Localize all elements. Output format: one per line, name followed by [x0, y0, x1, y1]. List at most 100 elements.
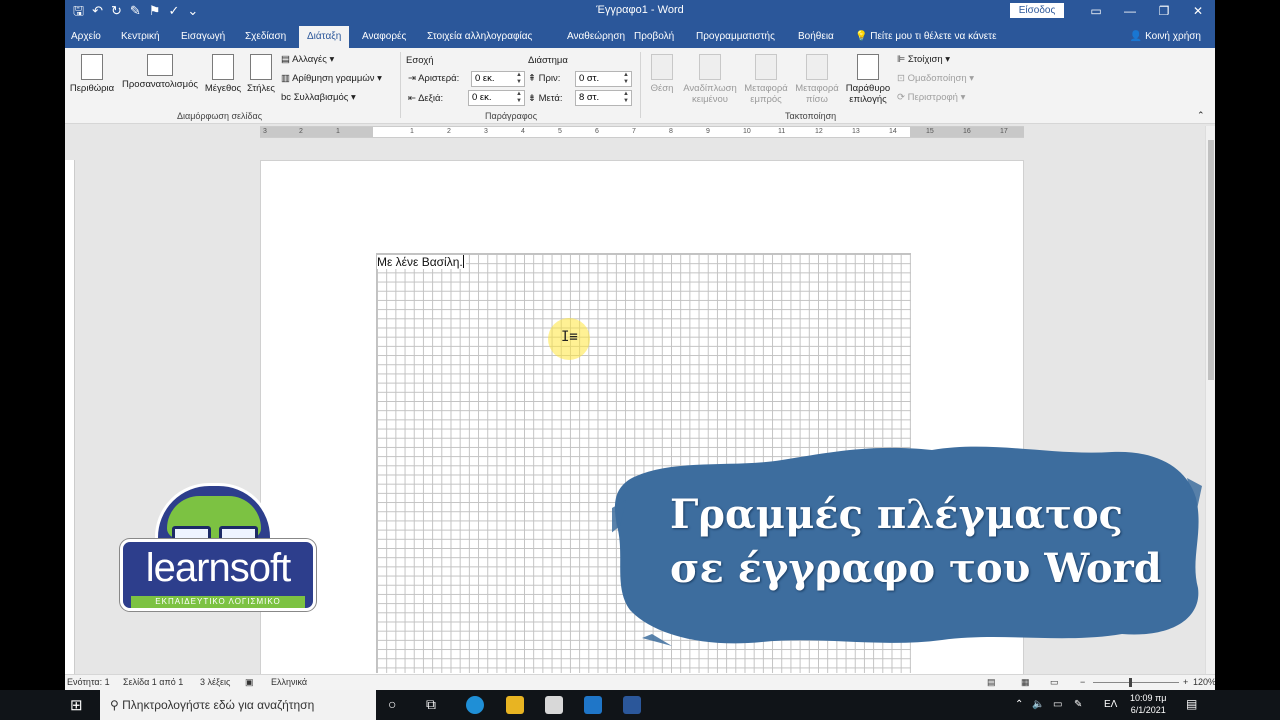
indent-right-label: ⇤ Δεξιά: — [408, 93, 444, 104]
scrollbar-thumb[interactable] — [1208, 140, 1214, 380]
rotate-button[interactable]: ⟳ Περιστροφή ▾ — [897, 92, 965, 103]
ruler-number: 14 — [889, 128, 897, 135]
horizontal-ruler[interactable]: 3 2 1 1 2 3 4 5 6 7 8 9 10 11 12 13 14 1… — [260, 126, 1024, 138]
proofing-icon[interactable]: ▣ — [245, 677, 254, 688]
zoom-in-icon[interactable]: + — [1183, 677, 1188, 687]
tab-help[interactable]: Βοήθεια — [798, 26, 834, 48]
send-backward-button[interactable]: Μεταφορά πίσω — [792, 50, 842, 105]
network-icon[interactable]: ▭ — [1053, 699, 1062, 710]
tab-design[interactable]: Σχεδίαση — [245, 26, 286, 48]
tab-insert[interactable]: Εισαγωγή — [181, 26, 225, 48]
notifications-icon[interactable]: ▤ — [1186, 697, 1197, 711]
margins-button[interactable]: Περιθώρια — [69, 50, 115, 94]
spinner-arrows-icon[interactable]: ▲ ▼ — [516, 72, 522, 86]
taskbar-search[interactable]: ⚲ Πληκτρολογήστε εδώ για αναζήτηση — [100, 690, 376, 720]
tab-home[interactable]: Κεντρική — [121, 26, 160, 48]
tab-developer[interactable]: Προγραμματιστής — [696, 26, 775, 48]
person-icon: 👤 — [1129, 31, 1146, 42]
spacing-before-label: ⇞ Πριν: — [528, 73, 561, 84]
status-section[interactable]: Ενότητα: 1 — [67, 677, 110, 687]
zoom-level[interactable]: 120% — [1193, 677, 1215, 687]
spacing-after-field[interactable]: 8 στ. ▲ ▼ — [575, 90, 632, 106]
orientation-icon — [147, 54, 173, 76]
selection-pane-icon — [857, 54, 879, 80]
group-button[interactable]: ⊡ Ομαδοποίηση ▾ — [897, 73, 974, 84]
clock[interactable]: 10:09 πμ 6/1/2021 — [1130, 692, 1166, 716]
status-page[interactable]: Σελίδα 1 από 1 — [123, 677, 183, 687]
align-button[interactable]: ⊫ Στοίχιση ▾ — [897, 54, 950, 65]
tab-mailings[interactable]: Στοιχεία αλληλογραφίας — [427, 26, 532, 48]
status-words[interactable]: 3 λέξεις — [200, 677, 230, 687]
spacing-before-field[interactable]: 0 στ. ▲ ▼ — [575, 71, 632, 87]
tab-file[interactable]: Αρχείο — [71, 26, 101, 48]
zoom-thumb[interactable] — [1129, 678, 1132, 687]
bring-forward-button[interactable]: Μεταφορά εμπρός — [741, 50, 791, 105]
line-numbers-button[interactable]: ▥ Αρίθμηση γραμμών ▾ — [281, 73, 382, 84]
learnsoft-logo: learnsoft ΕΚΠΑΙΔΕΥΤΙΚΟ ΛΟΓΙΣΜΙΚΟ — [120, 483, 320, 618]
tell-me-box[interactable]: 💡 Πείτε μου τι θέλετε να κάνετε — [855, 26, 997, 48]
vertical-scrollbar[interactable] — [1205, 126, 1215, 674]
task-view-icon[interactable]: ⧉ — [426, 696, 436, 713]
volume-icon[interactable]: 🔈 — [1032, 699, 1044, 710]
vertical-ruler[interactable] — [65, 160, 75, 680]
chevron-up-icon[interactable]: ⌃ — [1015, 699, 1023, 710]
wrap-text-label-2: κειμένου — [691, 94, 729, 105]
ruler-number: 4 — [521, 128, 525, 135]
cortana-icon[interactable]: ○ — [388, 696, 396, 712]
align-label: Στοίχιση — [907, 54, 943, 65]
rotate-label: Περιστροφή — [907, 92, 958, 103]
indent-left-field[interactable]: 0 εκ. ▲ ▼ — [471, 71, 525, 87]
ribbon: Περιθώρια Προσανατολισμός Μέγεθος Στήλες… — [65, 48, 1215, 124]
spinner-arrows-icon[interactable]: ▲ ▼ — [623, 72, 629, 86]
ruler-number: 16 — [963, 128, 971, 135]
ruler-number: 3 — [263, 128, 267, 135]
restore-button[interactable]: ❐ — [1147, 0, 1181, 22]
wrap-text-button[interactable]: Αναδίπλωση κειμένου — [679, 50, 741, 105]
spacing-before-value: 0 στ. — [579, 73, 600, 84]
letterbox-left — [0, 0, 65, 690]
print-layout-icon[interactable]: ▦ — [1021, 677, 1030, 688]
minimize-button[interactable]: — — [1113, 0, 1147, 22]
spacing-after-value: 8 στ. — [579, 92, 600, 103]
lightbulb-icon: 💡 — [855, 31, 871, 42]
selection-pane-label-1: Παράθυρο — [845, 83, 891, 94]
spinner-arrows-icon[interactable]: ▲ ▼ — [623, 91, 629, 105]
status-language[interactable]: Ελληνικά — [271, 677, 307, 687]
file-explorer-icon[interactable] — [506, 696, 524, 714]
spinner-arrows-icon[interactable]: ▲ ▼ — [516, 91, 522, 105]
selection-pane-button[interactable]: Παράθυρο επιλογής — [842, 50, 894, 105]
ribbon-display-icon[interactable]: ▭ — [1079, 0, 1113, 22]
tab-layout[interactable]: Διάταξη — [299, 26, 350, 48]
language-indicator[interactable]: ΕΛ — [1104, 699, 1117, 710]
signin-button[interactable]: Είσοδος — [1010, 3, 1064, 18]
indent-right-value: 0 εκ. — [472, 92, 492, 103]
share-button[interactable]: 👤 Κοινή χρήση — [1130, 26, 1201, 48]
collapse-ribbon-icon[interactable]: ⌃ — [1197, 110, 1205, 121]
margins-label: Περιθώρια — [69, 83, 115, 94]
logo-name: learnsoft — [145, 546, 291, 590]
zoom-slider[interactable] — [1093, 682, 1179, 683]
edge-icon[interactable] — [466, 696, 484, 714]
position-button[interactable]: Θέση — [645, 50, 679, 94]
orientation-button[interactable]: Προσανατολισμός — [120, 50, 200, 90]
pen-icon[interactable]: ✎ — [1074, 699, 1082, 710]
breaks-button[interactable]: ▤ Αλλαγές ▾ — [281, 54, 334, 65]
zoom-out-icon[interactable]: − — [1080, 677, 1085, 687]
wrap-text-icon — [699, 54, 721, 80]
read-mode-icon[interactable]: ▤ — [987, 677, 996, 688]
tab-review[interactable]: Αναθεώρηση — [567, 26, 625, 48]
close-button[interactable]: ✕ — [1181, 0, 1215, 22]
tab-references[interactable]: Αναφορές — [362, 26, 406, 48]
web-layout-icon[interactable]: ▭ — [1050, 677, 1059, 688]
windows-start-icon[interactable]: ⊞ — [70, 696, 83, 714]
columns-button[interactable]: Στήλες — [244, 50, 278, 94]
indent-left-label: ⇥ Αριστερά: — [408, 73, 460, 84]
hyphenation-button[interactable]: bc Συλλαβισμός ▾ — [281, 92, 356, 103]
store-icon[interactable] — [545, 696, 563, 714]
document-text[interactable]: Με λένε Βασίλη. — [377, 255, 466, 269]
size-button[interactable]: Μέγεθος — [202, 50, 244, 94]
indent-right-field[interactable]: 0 εκ. ▲ ▼ — [468, 90, 525, 106]
mail-icon[interactable] — [584, 696, 602, 714]
word-taskbar-icon[interactable] — [623, 696, 641, 714]
tab-view[interactable]: Προβολή — [634, 26, 674, 48]
